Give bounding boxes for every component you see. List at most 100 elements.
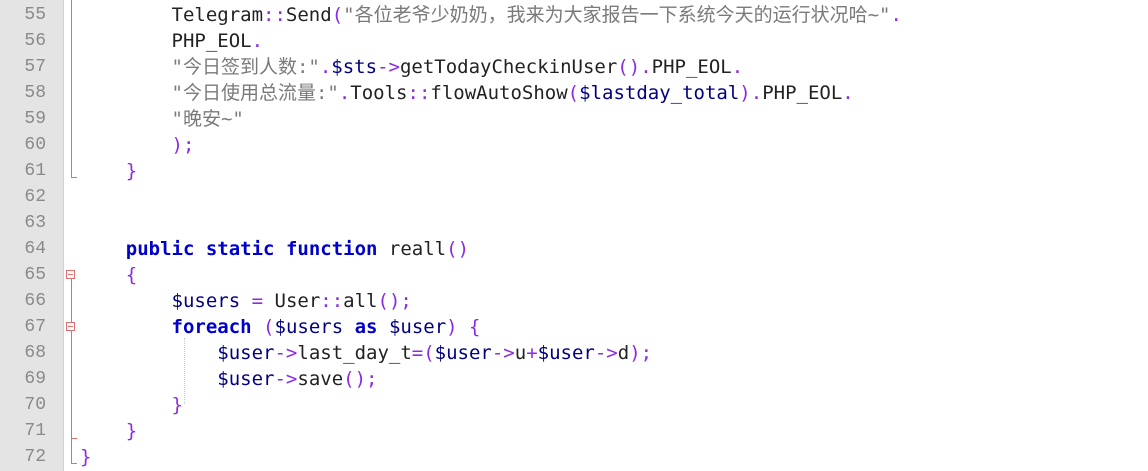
code-text[interactable]: "今日签到人数:".$sts->getTodayCheckinUser().PH…	[80, 54, 744, 80]
line-number: 59	[24, 109, 46, 129]
code-token: ->	[594, 342, 618, 364]
code-token: ::	[320, 290, 344, 312]
code-line[interactable]: 67 foreach ($users as $user) {	[0, 314, 1148, 340]
code-line[interactable]: 57 "今日签到人数:".$sts->getTodayCheckinUser()…	[0, 54, 1148, 80]
code-text[interactable]: "今日使用总流量:".Tools::flowAutoShow($lastday_…	[80, 80, 854, 106]
code-token: Tools	[350, 82, 408, 104]
code-line[interactable]: 72}	[0, 444, 1148, 470]
line-number: 55	[24, 5, 46, 25]
code-line[interactable]: 66 $users = User::all();	[0, 288, 1148, 314]
code-token: Send	[285, 4, 332, 26]
code-token: .	[338, 82, 351, 104]
code-line[interactable]: 71 }	[0, 418, 1148, 444]
code-token: $lastday_total	[579, 82, 740, 104]
code-line[interactable]: 63	[0, 210, 1148, 236]
code-text[interactable]: $user->last_day_t=($user->u+$user->d);	[80, 340, 652, 366]
line-number: 58	[24, 83, 46, 103]
code-text[interactable]: }	[80, 444, 91, 470]
code-text[interactable]: PHP_EOL.	[80, 28, 264, 54]
code-token: last_day_t	[297, 342, 412, 364]
line-number: 72	[24, 447, 46, 467]
code-token: ->	[491, 342, 515, 364]
code-token: PHP_EOL	[171, 30, 252, 52]
code-token: PHP_EOL	[651, 56, 732, 78]
code-token: ->	[377, 56, 400, 78]
code-token: ->	[274, 368, 298, 390]
code-line[interactable]: 70 }	[0, 392, 1148, 418]
code-text[interactable]: Telegram::Send("各位老爷少奶奶，我来为大家报告一下系统今天的运行…	[80, 2, 902, 28]
code-text[interactable]: {	[80, 262, 137, 288]
code-token: ()	[446, 238, 470, 260]
code-token: public	[125, 238, 195, 260]
code-token: as	[354, 316, 378, 338]
code-token: $users	[274, 316, 344, 338]
code-token: =	[251, 290, 264, 312]
code-text[interactable]: $user->save();	[80, 366, 377, 392]
code-token: .	[319, 56, 332, 78]
code-token: .	[750, 82, 763, 104]
code-line[interactable]: 55 Telegram::Send("各位老爷少奶奶，我来为大家报告一下系统今天…	[0, 2, 1148, 28]
code-token: $users	[171, 290, 241, 312]
code-token: ()	[617, 56, 641, 78]
code-token: .	[890, 4, 902, 26]
code-token: );	[629, 342, 653, 364]
code-token: d	[617, 342, 630, 364]
code-text[interactable]: }	[80, 392, 183, 418]
code-token: "今日使用总流量:"	[171, 82, 339, 104]
code-text[interactable]: "晚安~"	[80, 106, 244, 132]
code-line[interactable]: 69 $user->save();	[0, 366, 1148, 392]
code-token: u	[514, 342, 527, 364]
code-token: ();	[343, 368, 378, 390]
code-line[interactable]: 68 $user->last_day_t=($user->u+$user->d)…	[0, 340, 1148, 366]
code-token: .	[842, 82, 854, 104]
code-line[interactable]: 58 "今日使用总流量:".Tools::flowAutoShow($lastd…	[0, 80, 1148, 106]
line-number: 68	[24, 343, 46, 363]
code-line[interactable]: 59 "晚安~"	[0, 106, 1148, 132]
code-token: }	[80, 446, 92, 468]
code-text[interactable]: }	[80, 158, 137, 184]
code-token: +	[526, 342, 538, 364]
code-token: User	[274, 290, 321, 312]
line-number: 70	[24, 395, 46, 415]
code-line[interactable]: 56 PHP_EOL.	[0, 28, 1148, 54]
code-token: $user	[537, 342, 595, 364]
code-line[interactable]: 64 public static function reall()	[0, 236, 1148, 262]
code-line[interactable]: 61 }	[0, 158, 1148, 184]
code-text[interactable]: foreach ($users as $user) {	[80, 314, 481, 340]
code-token: }	[171, 394, 183, 416]
line-number: 65	[24, 265, 46, 285]
code-token: $user	[217, 342, 275, 364]
code-text[interactable]: public static function reall()	[80, 236, 469, 262]
code-token: $user	[388, 316, 447, 338]
code-text[interactable]: );	[80, 132, 195, 158]
code-token: )	[739, 82, 751, 104]
code-token: ::	[407, 82, 431, 104]
code-token: Telegram	[171, 4, 264, 26]
code-editor[interactable]: 55 Telegram::Send("各位老爷少奶奶，我来为大家报告一下系统今天…	[0, 0, 1148, 471]
code-token: ->	[274, 342, 298, 364]
code-token: }	[125, 420, 138, 442]
line-number: 67	[24, 317, 46, 337]
code-token: "各位老爷少奶奶，我来为大家报告一下系统今天的运行状况哈~"	[343, 4, 891, 26]
code-line[interactable]: 65 {	[0, 262, 1148, 288]
line-number: 56	[24, 31, 46, 51]
code-text[interactable]: $users = User::all();	[80, 288, 412, 314]
code-text[interactable]: }	[80, 418, 137, 444]
code-token: reall	[388, 238, 447, 260]
code-line[interactable]: 60 );	[0, 132, 1148, 158]
code-token: {	[469, 316, 481, 338]
code-line[interactable]: 62	[0, 184, 1148, 210]
code-token: $user	[217, 368, 275, 390]
